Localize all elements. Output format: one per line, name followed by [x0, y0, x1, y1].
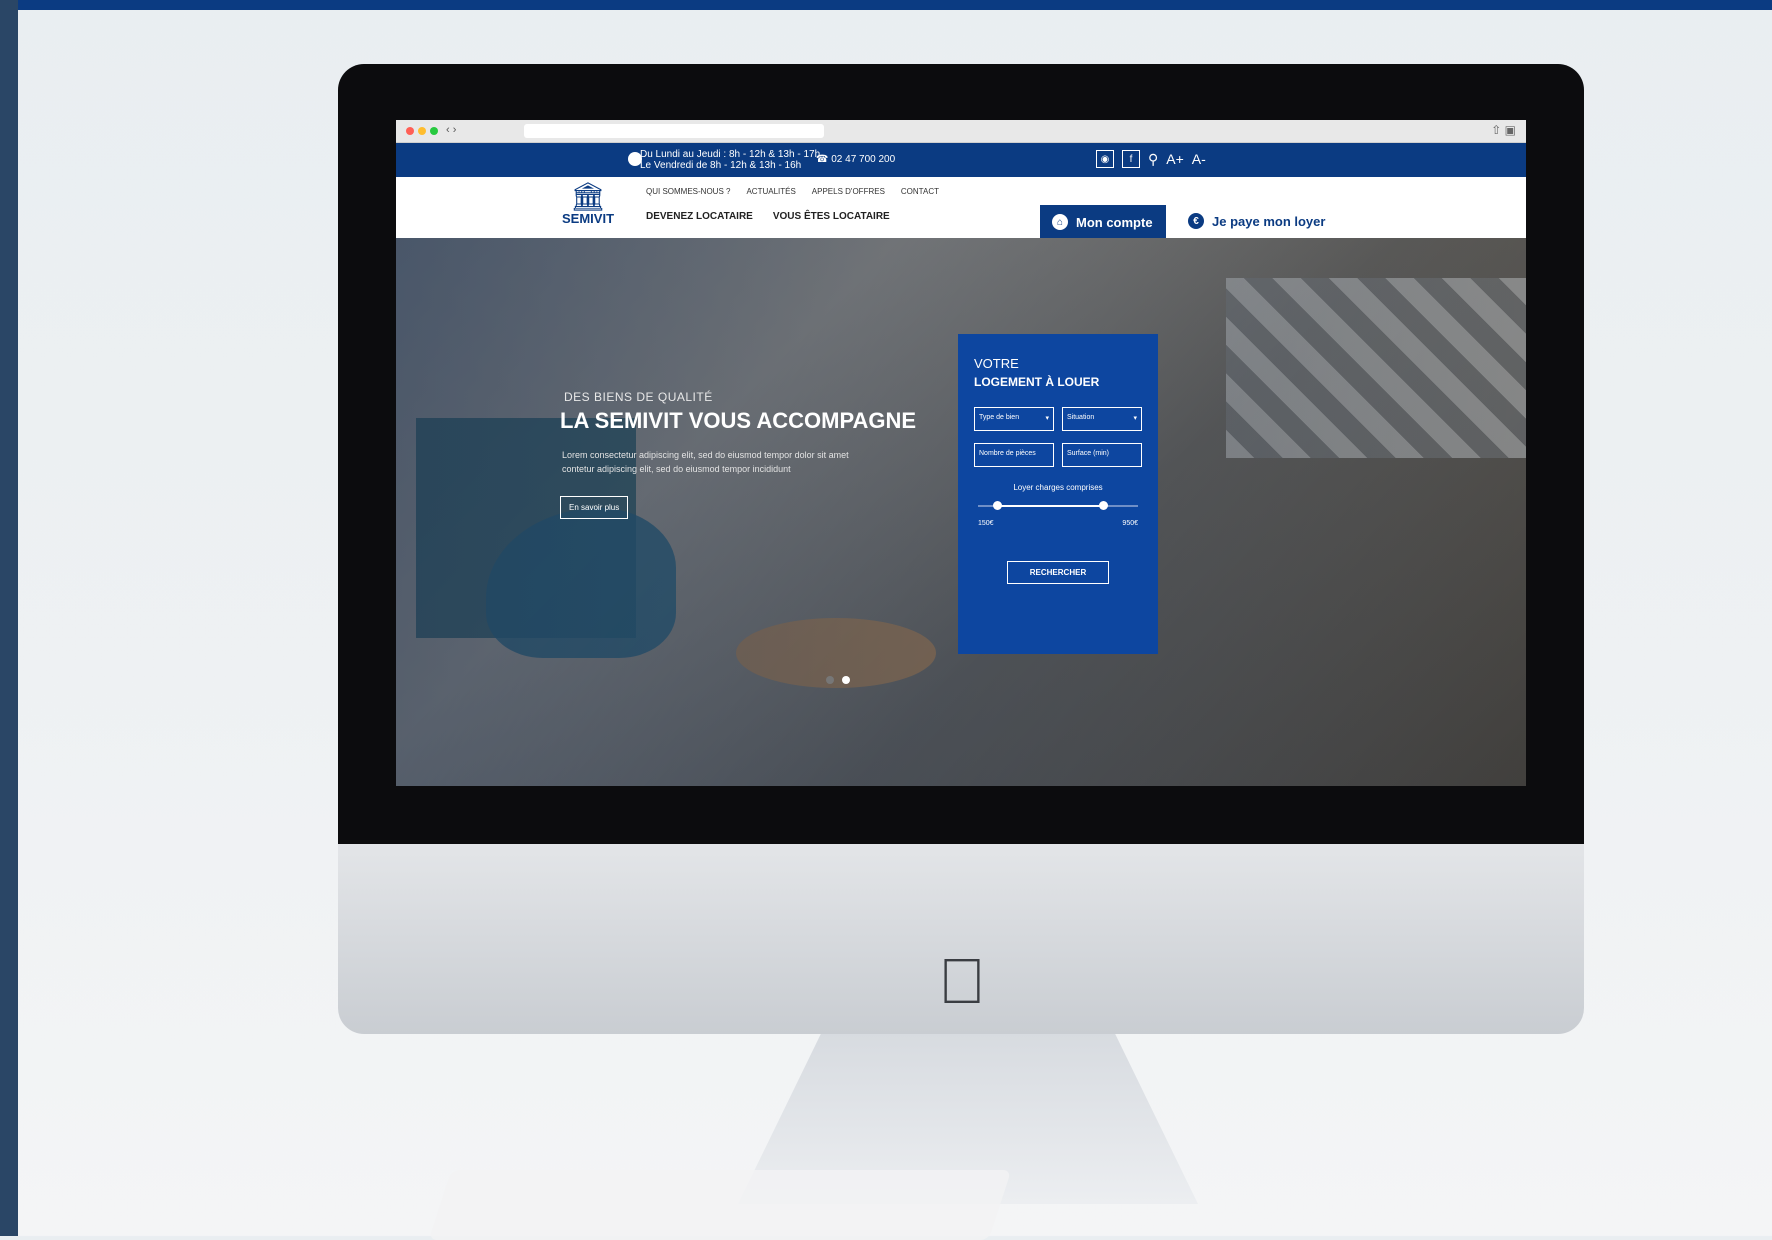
monitor-chin:  [338, 844, 1584, 1034]
brand-name: SEMIVIT [562, 211, 615, 226]
main-navigation: DEVENEZ LOCATAIRE VOUS ÊTES LOCATAIRE [646, 211, 890, 222]
zoom-window-icon[interactable] [430, 127, 438, 135]
font-increase-button[interactable]: A+ [1166, 151, 1184, 167]
info-bar: Du Lundi au Jeudi : 8h - 12h & 13h - 17h… [396, 143, 1526, 177]
surface-input[interactable]: Surface (min) [1062, 443, 1142, 467]
imac-display:  ‹ › ⇧ ▣ Du Lundi au Jeudi : 8h - 12h &… [338, 64, 1584, 1204]
search-icon[interactable]: ⚲ [1148, 151, 1158, 168]
home-icon: ⌂ [1052, 214, 1068, 230]
instagram-icon[interactable]: ◉ [1096, 150, 1114, 168]
rent-range-label: Loyer charges comprises [1013, 483, 1103, 492]
site-header: 🏛 SEMIVIT QUI SOMMES-NOUS ? ACTUALITÉS A… [396, 177, 1526, 263]
rent-range-slider[interactable] [978, 500, 1138, 512]
social-tools: ◉ f ⚲ A+ A- [1096, 150, 1206, 168]
rechercher-button[interactable]: RECHERCHER [1007, 561, 1109, 584]
hero-body: Lorem consectetur adipiscing elit, sed d… [562, 450, 849, 474]
browser-screen: ‹ › ⇧ ▣ Du Lundi au Jeudi : 8h - 12h & 1… [396, 120, 1526, 786]
phone-text: 02 47 700 200 [831, 154, 896, 165]
nav-appels-offres[interactable]: APPELS D'OFFRES [812, 187, 885, 196]
top-color-strip [0, 0, 1772, 10]
carousel-dots [826, 676, 850, 684]
nav-devenez-locataire[interactable]: DEVENEZ LOCATAIRE [646, 211, 753, 222]
range-max-handle[interactable] [1098, 501, 1108, 510]
browser-chrome: ‹ › ⇧ ▣ [396, 120, 1526, 143]
pay-rent-button[interactable]: € Je paye mon loyer [1188, 213, 1325, 229]
close-window-icon[interactable] [406, 127, 414, 135]
range-values: 150€ 950€ [978, 520, 1138, 527]
share-icon[interactable]: ⇧ ▣ [1491, 123, 1516, 137]
hours-line-1: Du Lundi au Jeudi : 8h - 12h & 13h - 17h [640, 149, 821, 160]
minimize-window-icon[interactable] [418, 127, 426, 135]
carousel-dot[interactable] [826, 676, 834, 684]
hero-kicker: DES BIENS DE QUALITÉ [564, 390, 713, 404]
opening-hours: Du Lundi au Jeudi : 8h - 12h & 13h - 17h… [640, 149, 820, 171]
top-navigation: QUI SOMMES-NOUS ? ACTUALITÉS APPELS D'OF… [646, 187, 939, 196]
nombre-pieces-label: Nombre de pièces [979, 450, 1036, 457]
search-panel: VOTRE LOGEMENT À LOUER Type de bien ▾ Sit… [958, 334, 1158, 654]
en-savoir-plus-button[interactable]: En savoir plus [560, 496, 629, 519]
type-de-bien-select[interactable]: Type de bien ▾ [974, 407, 1054, 431]
search-fields: Type de bien ▾ Situation ▾ Nombre de pièce… [974, 407, 1142, 467]
pay-rent-label: Je paye mon loyer [1212, 213, 1326, 229]
chevron-down-icon: ▾ [1133, 415, 1137, 422]
range-max-value: 950€ [1122, 520, 1138, 527]
chevron-down-icon: ▾ [1045, 415, 1049, 422]
nav-contact[interactable]: CONTACT [901, 187, 939, 196]
hero-headline: LA SEMIVIT VOUS ACCOMPAGNE [560, 408, 917, 433]
colosseum-logo-icon: 🏛 [570, 181, 606, 212]
font-decrease-button[interactable]: A- [1192, 151, 1206, 167]
situation-label: Situation [1067, 414, 1095, 421]
back-forward-buttons[interactable]: ‹ › [446, 124, 456, 136]
phone-number[interactable]: ☎ 02 47 700 200 [816, 154, 895, 165]
hero-banner: DES BIENS DE QUALITÉ LA SEMIVIT VOUS ACC… [396, 238, 1526, 786]
range-fill [997, 505, 1103, 507]
mon-compte-button[interactable]: ⌂ Mon compte [1040, 205, 1166, 239]
euro-icon: € [1188, 213, 1204, 229]
left-color-strip [0, 0, 18, 1236]
type-de-bien-label: Type de bien [979, 414, 1020, 421]
range-min-handle[interactable] [993, 501, 1003, 510]
range-min-value: 150€ [978, 520, 994, 527]
nav-qui-sommes-nous[interactable]: QUI SOMMES-NOUS ? [646, 187, 730, 196]
apple-logo-icon:  [938, 944, 986, 1018]
nombre-pieces-input[interactable]: Nombre de pièces [974, 443, 1054, 467]
hours-line-2: Le Vendredi de 8h - 12h & 13h - 16h [640, 160, 802, 171]
panel-title-logement: LOGEMENT À LOUER [974, 375, 1100, 389]
keyboard [428, 1170, 1012, 1240]
semivit-logo[interactable]: 🏛 SEMIVIT [562, 181, 615, 227]
nav-actualites[interactable]: ACTUALITÉS [746, 187, 795, 196]
situation-select[interactable]: Situation ▾ [1062, 407, 1142, 431]
carousel-dot-active[interactable] [842, 676, 850, 684]
address-bar[interactable] [524, 124, 824, 138]
surface-label: Surface (min) [1067, 450, 1110, 457]
panel-title-votre: VOTRE [974, 356, 1019, 371]
facebook-icon[interactable]: f [1122, 150, 1140, 168]
mon-compte-label: Mon compte [1076, 214, 1153, 230]
nav-vous-etes-locataire[interactable]: VOUS ÊTES LOCATAIRE [773, 211, 890, 222]
